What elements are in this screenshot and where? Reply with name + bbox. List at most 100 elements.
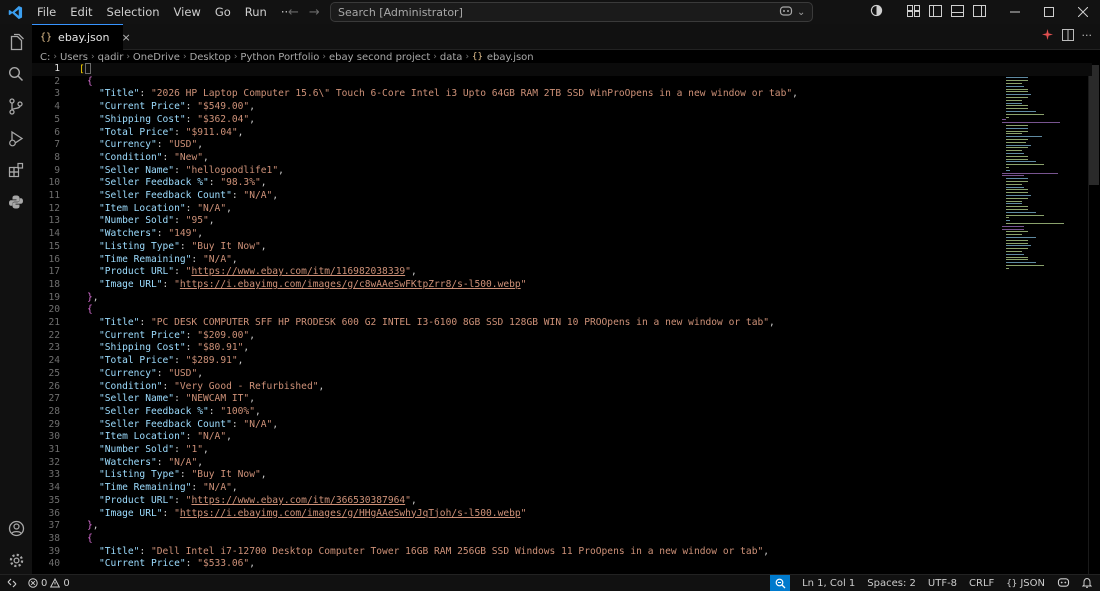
code-line[interactable]: 35 "Product URL": "https://www.ebay.com/i…: [32, 495, 1092, 508]
breadcrumb-segment[interactable]: Python Portfolio: [240, 52, 319, 63]
run-and-debug-icon[interactable]: [6, 128, 26, 148]
code-line[interactable]: 36 "Image URL": "https://i.ebayimg.com/im…: [32, 508, 1092, 521]
json-url-value[interactable]: https://i.ebayimg.com/images/g/HHgAAeSwh…: [180, 508, 521, 519]
code-line[interactable]: 31 "Number Sold": "1",: [32, 444, 1092, 457]
breadcrumb-segment[interactable]: OneDrive: [133, 52, 180, 63]
code-line[interactable]: 23 "Shipping Cost": "$80.91",: [32, 342, 1092, 355]
code-line[interactable]: 34 "Time Remaining": "N/A",: [32, 482, 1092, 495]
back-arrow-icon[interactable]: ←: [288, 5, 299, 20]
code-line[interactable]: 12 "Item Location": "N/A",: [32, 203, 1092, 216]
minimize-icon[interactable]: [998, 0, 1032, 24]
code-line[interactable]: 17 "Product URL": "https://www.ebay.com/i…: [32, 266, 1092, 279]
end-of-line[interactable]: CRLF: [969, 578, 994, 589]
encoding[interactable]: UTF-8: [928, 578, 957, 589]
code-line[interactable]: 40 "Current Price": "$533.06",: [32, 558, 1092, 571]
language-mode[interactable]: {} JSON: [1006, 578, 1045, 589]
customize-layout-icon[interactable]: [907, 4, 920, 20]
code-line[interactable]: 13 "Number Sold": "95",: [32, 215, 1092, 228]
code-line[interactable]: 18 "Image URL": "https://i.ebayimg.com/im…: [32, 279, 1092, 292]
code-line[interactable]: 5 "Shipping Cost": "$362.04",: [32, 114, 1092, 127]
json-url-value[interactable]: https://www.ebay.com/itm/116982038339: [191, 266, 405, 277]
tab-ebay-json[interactable]: {} ebay.json ×: [32, 24, 131, 50]
remote-indicator-icon[interactable]: [0, 575, 24, 591]
code-line[interactable]: 27 "Seller Name": "NEWCAM IT",: [32, 393, 1092, 406]
close-tab-icon[interactable]: ×: [121, 31, 130, 44]
code-line[interactable]: 25 "Currency": "USD",: [32, 368, 1092, 381]
menu-item-selection[interactable]: Selection: [100, 0, 167, 24]
code-line[interactable]: 19},: [32, 292, 1092, 305]
accounts-sync-icon[interactable]: [870, 4, 883, 20]
problems-indicator[interactable]: 0 0: [28, 578, 70, 589]
code-line[interactable]: 29 "Seller Feedback Count": "N/A",: [32, 419, 1092, 432]
code-line[interactable]: 28 "Seller Feedback %": "100%",: [32, 406, 1092, 419]
maximize-icon[interactable]: [1032, 0, 1066, 24]
explorer-icon[interactable]: [6, 32, 26, 52]
notifications-bell-icon[interactable]: [1081, 577, 1093, 591]
code-line[interactable]: 16 "Time Remaining": "N/A",: [32, 254, 1092, 267]
code-line[interactable]: 7 "Currency": "USD",: [32, 139, 1092, 152]
toggle-panel-icon[interactable]: [951, 4, 964, 20]
settings-gear-icon[interactable]: [6, 550, 26, 570]
forward-arrow-icon[interactable]: →: [309, 5, 320, 20]
code-line[interactable]: 26 "Condition": "Very Good - Refurbished"…: [32, 381, 1092, 394]
breadcrumb-segment[interactable]: Users: [60, 52, 88, 63]
code-line[interactable]: 10 "Seller Feedback %": "98.3%",: [32, 177, 1092, 190]
code-line[interactable]: 2{: [32, 76, 1092, 89]
breadcrumb-segment[interactable]: qadir: [98, 52, 124, 63]
copilot-sparkle-icon[interactable]: [1041, 28, 1054, 44]
code-line[interactable]: 11 "Seller Feedback Count": "N/A",: [32, 190, 1092, 203]
code-line[interactable]: 30 "Item Location": "N/A",: [32, 431, 1092, 444]
code-line[interactable]: 1[: [32, 63, 1092, 76]
code-line[interactable]: 3 "Title": "2026 HP Laptop Computer 15.6\…: [32, 88, 1092, 101]
breadcrumb-segment[interactable]: ebay.json: [487, 52, 534, 63]
more-actions-icon[interactable]: ···: [1082, 30, 1093, 42]
line-code: "Current Price": "$549.00",: [79, 101, 255, 114]
code-line[interactable]: 22 "Current Price": "$209.00",: [32, 330, 1092, 343]
code-line[interactable]: 38 {: [32, 533, 1092, 546]
copilot-icon[interactable]: [779, 5, 793, 20]
line-code: "Seller Feedback Count": "N/A",: [79, 190, 278, 203]
json-key: "Watchers": [99, 456, 157, 468]
cursor-position[interactable]: Ln 1, Col 1: [802, 578, 855, 589]
code-line[interactable]: 39 "Title": "Dell Intel i7-12700 Desktop …: [32, 546, 1092, 559]
code-line[interactable]: 14 "Watchers": "149",: [32, 228, 1092, 241]
code-editor[interactable]: 1[2{3 "Title": "2026 HP Laptop Computer 1…: [32, 63, 1100, 574]
code-line[interactable]: 24 "Total Price": "$289.91",: [32, 355, 1092, 368]
code-line[interactable]: 21 "Title": "PC DESK COMPUTER SFF HP PROD…: [32, 317, 1092, 330]
breadcrumb-segment[interactable]: data: [440, 52, 463, 63]
code-line[interactable]: 8 "Condition": "New",: [32, 152, 1092, 165]
accounts-icon[interactable]: [6, 518, 26, 538]
menu-item-edit[interactable]: Edit: [63, 0, 99, 24]
breadcrumb-segment[interactable]: ebay second project: [329, 52, 430, 63]
copilot-status-icon[interactable]: [1057, 577, 1070, 591]
python-icon[interactable]: [6, 192, 26, 212]
search-icon[interactable]: [6, 64, 26, 84]
indentation[interactable]: Spaces: 2: [867, 578, 916, 589]
code-line[interactable]: 20 {: [32, 304, 1092, 317]
command-center-search[interactable]: Search [Administrator]: [330, 2, 813, 22]
json-url-value[interactable]: https://i.ebayimg.com/images/g/c8wAAeSwF…: [180, 279, 521, 290]
chevron-down-icon[interactable]: ⌄: [797, 7, 805, 18]
breadcrumb-segment[interactable]: C:: [40, 52, 50, 63]
code-line[interactable]: 33 "Listing Type": "Buy It Now",: [32, 469, 1092, 482]
toggle-primary-sidebar-icon[interactable]: [929, 4, 942, 20]
code-line[interactable]: 15 "Listing Type": "Buy It Now",: [32, 241, 1092, 254]
extensions-icon[interactable]: [6, 160, 26, 180]
menu-item-run[interactable]: Run: [238, 0, 274, 24]
menu-item-go[interactable]: Go: [208, 0, 238, 24]
toggle-secondary-sidebar-icon[interactable]: [973, 4, 986, 20]
code-line[interactable]: 9 "Seller Name": "hellogoodlife1",: [32, 165, 1092, 178]
code-line[interactable]: 4 "Current Price": "$549.00",: [32, 101, 1092, 114]
close-window-icon[interactable]: [1066, 0, 1100, 24]
menu-item-file[interactable]: File: [30, 0, 63, 24]
code-line[interactable]: 32 "Watchers": "N/A",: [32, 457, 1092, 470]
comma: ,: [249, 113, 255, 125]
split-editor-icon[interactable]: [1061, 28, 1074, 44]
source-control-icon[interactable]: [6, 96, 26, 116]
code-line[interactable]: 6 "Total Price": "$911.04",: [32, 127, 1092, 140]
json-url-value[interactable]: https://www.ebay.com/itm/366530387964: [191, 495, 405, 506]
breadcrumb-segment[interactable]: Desktop: [190, 52, 231, 63]
zoom-icon[interactable]: [770, 575, 791, 591]
menu-item-view[interactable]: View: [167, 0, 208, 24]
code-line[interactable]: 37},: [32, 520, 1092, 533]
